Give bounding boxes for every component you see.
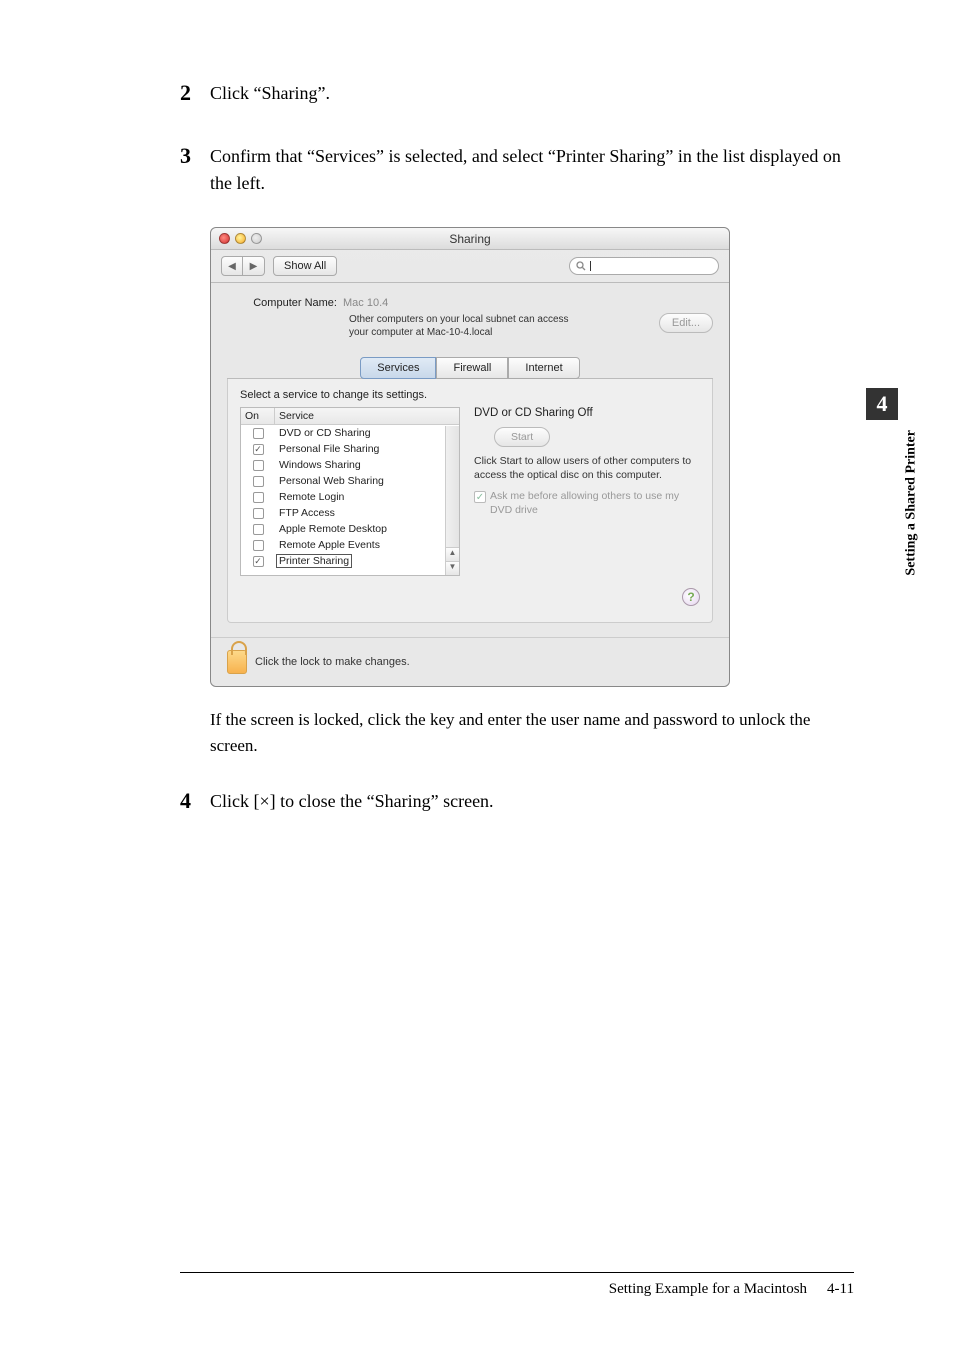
service-name: Apple Remote Desktop (275, 523, 459, 535)
service-checkbox[interactable] (253, 460, 264, 471)
tab-internet[interactable]: Internet (508, 357, 579, 379)
list-item[interactable]: ✓ Personal File Sharing (241, 441, 459, 457)
footer-page: 4-11 (827, 1281, 854, 1298)
minimize-icon[interactable] (235, 233, 246, 244)
service-name: Windows Sharing (275, 459, 459, 471)
step-text: Confirm that “Services” is selected, and… (204, 143, 854, 197)
step-number: 4 (180, 788, 204, 815)
list-item[interactable]: Windows Sharing (241, 457, 459, 473)
service-checkbox[interactable] (253, 508, 264, 519)
sharing-window: Sharing ◀ ▶ Show All Computer Name: Mac … (210, 227, 730, 687)
tab-services[interactable]: Services (360, 357, 436, 379)
computer-address-info: Other computers on your local subnet can… (349, 313, 651, 339)
forward-button[interactable]: ▶ (243, 256, 265, 276)
col-on[interactable]: On (241, 408, 275, 424)
help-button[interactable]: ? (682, 588, 700, 606)
chapter-label: Setting a Shared Printer (904, 430, 920, 576)
computer-name-value[interactable]: Mac 10.4 (343, 297, 388, 309)
service-description: Click Start to allow users of other comp… (474, 455, 700, 482)
zoom-icon[interactable] (251, 233, 262, 244)
step-number: 2 (180, 80, 204, 107)
close-icon[interactable] (219, 233, 230, 244)
service-checkbox[interactable] (253, 428, 264, 439)
window-title: Sharing (211, 232, 729, 246)
step-note: If the screen is locked, click the key a… (180, 707, 854, 758)
list-item[interactable]: FTP Access (241, 505, 459, 521)
ask-me-checkbox[interactable]: ✓ (474, 491, 486, 503)
scrollbar[interactable]: ▲ ▼ (445, 426, 459, 575)
service-status-title: DVD or CD Sharing Off (474, 407, 700, 419)
list-item[interactable]: Remote Apple Events (241, 537, 459, 553)
col-service[interactable]: Service (275, 408, 459, 424)
service-checkbox[interactable]: ✓ (253, 444, 264, 455)
service-checkbox[interactable]: ✓ (253, 556, 264, 567)
service-name: Remote Apple Events (275, 539, 459, 551)
service-name: FTP Access (275, 507, 459, 519)
list-item[interactable]: Personal Web Sharing (241, 473, 459, 489)
search-icon (576, 261, 586, 271)
toolbar: ◀ ▶ Show All (211, 250, 729, 283)
service-name: Remote Login (275, 491, 459, 503)
search-input[interactable] (569, 257, 719, 275)
service-name: Personal Web Sharing (275, 475, 459, 487)
list-item[interactable]: ✓ Printer Sharing (241, 553, 459, 569)
step-number: 3 (180, 143, 204, 197)
services-list[interactable]: On Service DVD or CD Sharing ✓ Personal Fi… (240, 407, 460, 576)
service-name: Printer Sharing (275, 554, 459, 568)
show-all-button[interactable]: Show All (273, 256, 337, 276)
start-button[interactable]: Start (494, 427, 550, 447)
edit-button[interactable]: Edit... (659, 313, 713, 333)
titlebar: Sharing (211, 228, 729, 250)
service-name: DVD or CD Sharing (275, 427, 459, 439)
scroll-up-button[interactable]: ▲ (446, 547, 459, 561)
service-name: Personal File Sharing (275, 443, 459, 455)
chapter-tab: 4 (866, 388, 898, 420)
footer-section: Setting Example for a Macintosh (609, 1281, 807, 1298)
service-checkbox[interactable] (253, 492, 264, 503)
list-item[interactable]: DVD or CD Sharing (241, 425, 459, 441)
service-checkbox[interactable] (253, 540, 264, 551)
list-item[interactable]: Remote Login (241, 489, 459, 505)
lock-icon[interactable] (227, 650, 247, 674)
select-service-label: Select a service to change its settings. (240, 389, 700, 401)
tab-firewall[interactable]: Firewall (436, 357, 508, 379)
computer-name-label: Computer Name: (227, 297, 343, 309)
lock-text: Click the lock to make changes. (255, 656, 410, 668)
step-text: Click “Sharing”. (204, 80, 330, 107)
list-item[interactable]: Apple Remote Desktop (241, 521, 459, 537)
step-text: Click [×] to close the “Sharing” screen. (204, 788, 494, 815)
service-checkbox[interactable] (253, 476, 264, 487)
scroll-down-button[interactable]: ▼ (446, 561, 459, 575)
back-button[interactable]: ◀ (221, 256, 243, 276)
ask-me-label: Ask me before allowing others to use my … (490, 490, 700, 517)
service-checkbox[interactable] (253, 524, 264, 535)
